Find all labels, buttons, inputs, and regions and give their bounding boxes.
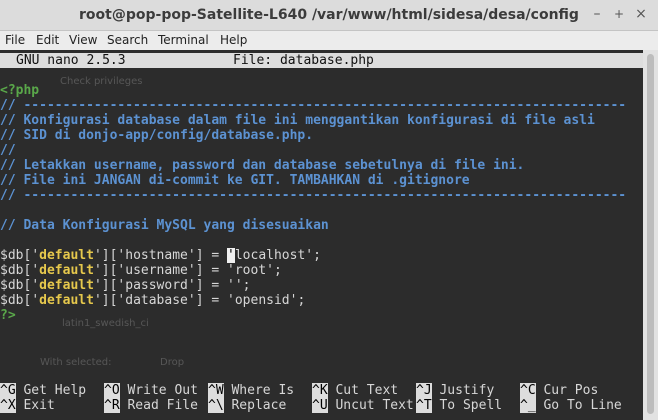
minimize-icon[interactable]: – xyxy=(588,5,606,23)
code-line: // Letakkan username, password dan datab… xyxy=(0,158,525,173)
shortcut-go-to-line[interactable]: ^_ Go To Line xyxy=(520,398,622,413)
shortcut-cur-pos[interactable]: ^C Cur Pos xyxy=(520,383,598,398)
code-line-username: $db['default']['username'] = 'root'; xyxy=(0,263,282,278)
ghost-text: Drop xyxy=(160,357,185,368)
code-line: // Konfigurasi database dalam file ini m… xyxy=(0,113,595,128)
menu-search[interactable]: Search xyxy=(107,33,148,47)
window-titlebar[interactable]: root@pop-pop-Satellite-L640 /var/www/htm… xyxy=(0,0,658,31)
code-line: // -------------------------------------… xyxy=(0,98,627,113)
scrollbar-thumb[interactable] xyxy=(647,54,654,414)
shortcut-exit[interactable]: ^X Exit xyxy=(0,398,55,413)
code-line: // -------------------------------------… xyxy=(0,188,627,203)
code-line: ?> xyxy=(0,308,16,323)
shortcut-uncut-text[interactable]: ^U Uncut Text xyxy=(312,398,414,413)
code-line: // Data Konfigurasi MySQL yang disesuaik… xyxy=(0,218,329,233)
window-title: root@pop-pop-Satellite-L640 /var/www/htm… xyxy=(79,7,579,23)
code-line: // File ini JANGAN di-commit ke GIT. TAM… xyxy=(0,173,470,188)
nano-filename: File: database.php xyxy=(233,53,374,68)
nano-version: GNU nano 2.5.3 xyxy=(16,53,126,68)
shortcut-to-spell[interactable]: ^T To Spell xyxy=(416,398,502,413)
shortcut-replace[interactable]: ^\ Replace xyxy=(208,398,286,413)
shortcut-get-help[interactable]: ^G Get Help xyxy=(0,383,86,398)
code-line: <?php xyxy=(0,83,40,98)
shortcut-where-is[interactable]: ^W Where Is xyxy=(208,383,294,398)
shortcut-justify[interactable]: ^J Justify xyxy=(416,383,494,398)
shortcut-read-file[interactable]: ^R Read File xyxy=(104,398,198,413)
code-line-password: $db['default']['password'] = ''; xyxy=(0,278,251,293)
shortcut-write-out[interactable]: ^O Write Out xyxy=(104,383,198,398)
code-line-hostname: $db['default']['hostname'] = 'localhost'… xyxy=(0,248,321,263)
ghost-text: With selected: xyxy=(40,357,112,368)
text-cursor: ' xyxy=(227,248,235,263)
maximize-icon[interactable]: + xyxy=(610,5,628,23)
menu-terminal[interactable]: Terminal xyxy=(158,33,209,47)
ghost-text: latin1_swedish_ci xyxy=(62,318,149,329)
shortcut-cut-text[interactable]: ^K Cut Text xyxy=(312,383,398,398)
menu-bar: File Edit View Search Terminal Help xyxy=(0,31,658,50)
nano-header: GNU nano 2.5.3 File: database.php xyxy=(0,53,643,68)
code-line: // SID di donjo-app/config/database.php. xyxy=(0,128,314,143)
code-line: // xyxy=(0,143,16,158)
menu-file[interactable]: File xyxy=(5,33,25,47)
menu-edit[interactable]: Edit xyxy=(36,33,59,47)
ghost-text: Check privileges xyxy=(60,76,143,87)
menu-view[interactable]: View xyxy=(69,33,97,47)
menu-help[interactable]: Help xyxy=(220,33,247,47)
scrollbar[interactable] xyxy=(643,50,658,420)
code-line-database: $db['default']['database'] = 'opensid'; xyxy=(0,293,306,308)
close-icon[interactable]: × xyxy=(632,5,650,23)
